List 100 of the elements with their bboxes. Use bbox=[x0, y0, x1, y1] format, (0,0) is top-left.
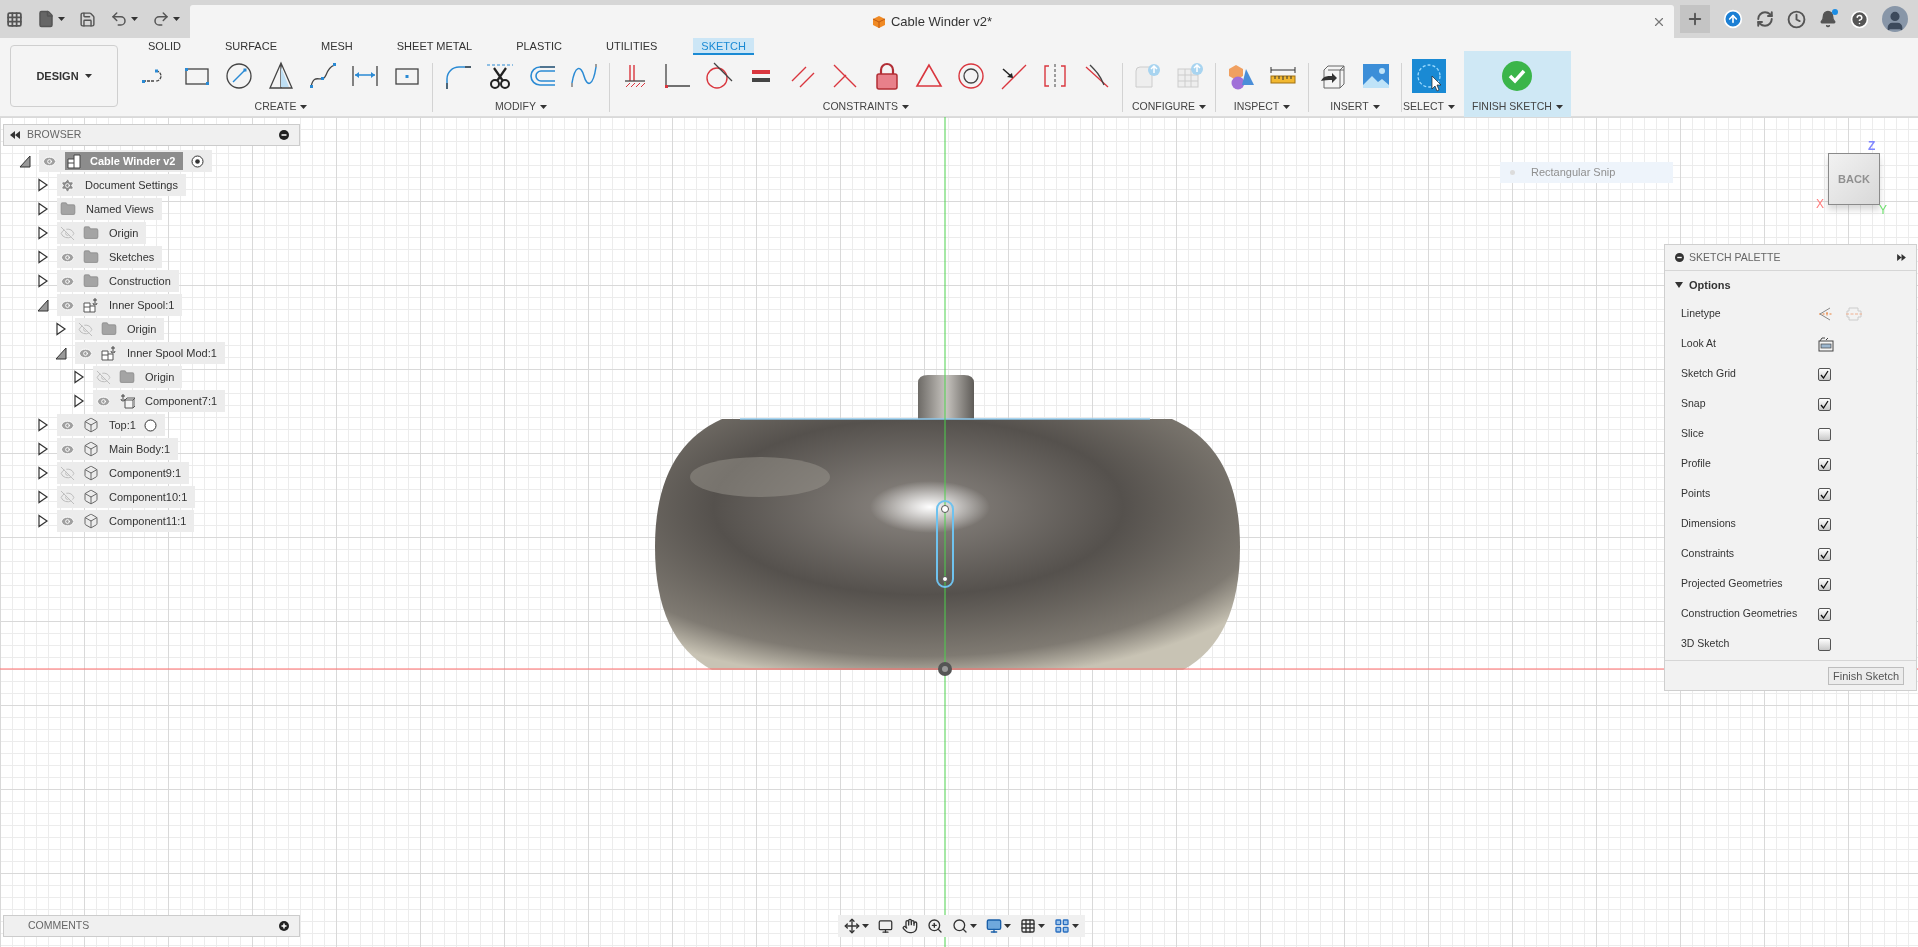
toolbar-tab[interactable]: SHEET METAL bbox=[388, 38, 481, 55]
new-tab-button[interactable] bbox=[1680, 5, 1710, 33]
toolbar-tab[interactable]: MESH bbox=[313, 38, 361, 55]
group-menu-button[interactable]: SELECT bbox=[1403, 99, 1455, 115]
refresh-icon[interactable] bbox=[1756, 10, 1774, 28]
bell-icon[interactable] bbox=[1819, 10, 1837, 28]
toolbar-tab[interactable]: SOLID bbox=[140, 38, 189, 55]
tree-item-label: Origin bbox=[83, 224, 139, 242]
checkbox[interactable] bbox=[1818, 457, 1831, 471]
checkbox[interactable] bbox=[1818, 367, 1831, 381]
checkbox[interactable] bbox=[1818, 487, 1831, 501]
tangent-icon[interactable] bbox=[704, 61, 734, 91]
group-menu-button[interactable]: INSERT bbox=[1330, 99, 1380, 115]
checkbox[interactable] bbox=[1818, 427, 1831, 441]
tree-item[interactable]: Component9:1 bbox=[57, 462, 190, 484]
tree-item-label: Main Body:1 bbox=[83, 440, 171, 458]
toolbar-tab[interactable]: PLASTIC bbox=[508, 38, 570, 55]
group-menu-button[interactable]: CONFIGURE bbox=[1132, 99, 1206, 115]
collapsed-arrow-icon[interactable] bbox=[37, 490, 49, 504]
tree-item[interactable]: Sketches bbox=[57, 246, 163, 268]
group-menu-button[interactable]: CONSTRAINTS bbox=[822, 99, 910, 115]
upload-icon[interactable] bbox=[1723, 9, 1743, 29]
box-icon bbox=[83, 513, 99, 529]
concentric-icon[interactable] bbox=[956, 61, 986, 91]
document-tab[interactable]: Cable Winder v2* bbox=[190, 5, 1674, 38]
tree-item[interactable]: Component10:1 bbox=[57, 486, 196, 508]
checkbox[interactable] bbox=[1818, 607, 1831, 621]
collapsed-arrow-icon[interactable] bbox=[73, 370, 85, 384]
expanded-arrow-icon[interactable] bbox=[55, 346, 67, 360]
minimize-icon[interactable] bbox=[279, 130, 289, 140]
expanded-arrow-icon[interactable] bbox=[37, 298, 49, 312]
section-expanded-icon[interactable] bbox=[1675, 281, 1683, 289]
group-menu-button[interactable]: FINISH SKETCH bbox=[1472, 99, 1563, 115]
tree-item[interactable]: Component7:1 bbox=[93, 390, 226, 412]
image-icon[interactable] bbox=[1361, 61, 1391, 91]
collapsed-arrow-icon[interactable] bbox=[37, 202, 49, 216]
zoom-icon[interactable] bbox=[927, 918, 943, 934]
minimize-icon[interactable] bbox=[1675, 253, 1684, 262]
checkbox[interactable] bbox=[1818, 637, 1831, 651]
orbit-icon[interactable] bbox=[844, 918, 860, 934]
collapsed-arrow-icon[interactable] bbox=[37, 178, 49, 192]
add-comment-icon[interactable] bbox=[279, 921, 289, 931]
checkbox[interactable] bbox=[1818, 577, 1831, 591]
caret-icon bbox=[1447, 104, 1455, 109]
finish-sketch-button[interactable]: Finish Sketch bbox=[1827, 666, 1904, 685]
checkbox[interactable] bbox=[1818, 397, 1831, 411]
help-icon[interactable] bbox=[1850, 9, 1869, 29]
group-menu-button[interactable]: CREATE bbox=[254, 99, 308, 115]
tree-item[interactable]: Named Views bbox=[57, 198, 162, 220]
toolbar-tab[interactable]: UTILITIES bbox=[598, 38, 666, 55]
circle-icon[interactable] bbox=[224, 61, 254, 91]
save-icon[interactable] bbox=[79, 10, 96, 28]
group-menu-button[interactable]: INSPECT bbox=[1233, 99, 1291, 115]
check-circle-icon[interactable] bbox=[1501, 60, 1534, 92]
tree-item[interactable]: Construction bbox=[57, 270, 179, 292]
file-icon[interactable] bbox=[37, 10, 55, 28]
tree-item[interactable]: Inner Spool Mod:1 bbox=[75, 342, 225, 364]
tree-item[interactable]: Component11:1 bbox=[57, 510, 195, 532]
active-radio-icon[interactable] bbox=[191, 154, 205, 168]
scissors-icon[interactable] bbox=[485, 61, 515, 91]
checkbox[interactable] bbox=[1818, 517, 1831, 531]
collapsed-arrow-icon[interactable] bbox=[37, 274, 49, 288]
origin-point[interactable] bbox=[938, 662, 952, 676]
redo-icon[interactable] bbox=[152, 10, 170, 28]
collapsed-arrow-icon[interactable] bbox=[37, 250, 49, 264]
viewports-icon[interactable] bbox=[1054, 918, 1070, 934]
grid-icon[interactable] bbox=[1020, 918, 1036, 934]
collapsed-arrow-icon[interactable] bbox=[37, 418, 49, 432]
clock-icon[interactable] bbox=[1787, 9, 1806, 29]
display-icon[interactable] bbox=[986, 918, 1002, 934]
collapsed-arrow-icon[interactable] bbox=[37, 226, 49, 240]
coincident-icon[interactable] bbox=[662, 61, 692, 91]
collapsed-arrow-icon[interactable] bbox=[37, 466, 49, 480]
construction-line-icon[interactable] bbox=[1818, 307, 1834, 321]
tree-item[interactable]: Origin bbox=[75, 318, 165, 340]
tree-item[interactable]: Origin bbox=[57, 222, 147, 244]
triangle-icon[interactable] bbox=[266, 61, 296, 91]
zoom-window-icon[interactable] bbox=[952, 918, 968, 934]
checkbox[interactable] bbox=[1818, 547, 1831, 561]
collapse-panel-icon[interactable] bbox=[10, 131, 20, 139]
toolbar-tab[interactable]: SURFACE bbox=[217, 38, 285, 55]
pan-hand-icon[interactable] bbox=[902, 918, 918, 934]
apps-grid-icon[interactable] bbox=[6, 10, 23, 28]
spline-icon[interactable] bbox=[308, 61, 338, 91]
slot-sketch-profile[interactable] bbox=[936, 500, 954, 588]
tree-item[interactable]: Main Body:1 bbox=[57, 438, 179, 460]
tree-item[interactable]: Document Settings bbox=[57, 174, 186, 196]
avatar[interactable] bbox=[1882, 6, 1908, 32]
expanded-arrow-icon[interactable] bbox=[19, 154, 31, 168]
group-menu-button[interactable]: MODIFY bbox=[495, 99, 547, 115]
collapsed-arrow-icon[interactable] bbox=[73, 394, 85, 408]
expand-panel-icon[interactable] bbox=[1897, 254, 1906, 261]
tree-item[interactable]: Inner Spool:1 bbox=[57, 294, 183, 316]
collapsed-arrow-icon[interactable] bbox=[55, 322, 67, 336]
collapsed-arrow-icon[interactable] bbox=[37, 514, 49, 528]
undo-icon[interactable] bbox=[110, 10, 128, 28]
select-icon[interactable] bbox=[1412, 59, 1446, 93]
workspace-button[interactable]: DESIGN bbox=[10, 45, 118, 107]
collapsed-arrow-icon[interactable] bbox=[37, 442, 49, 456]
tree-item[interactable]: Origin bbox=[93, 366, 183, 388]
